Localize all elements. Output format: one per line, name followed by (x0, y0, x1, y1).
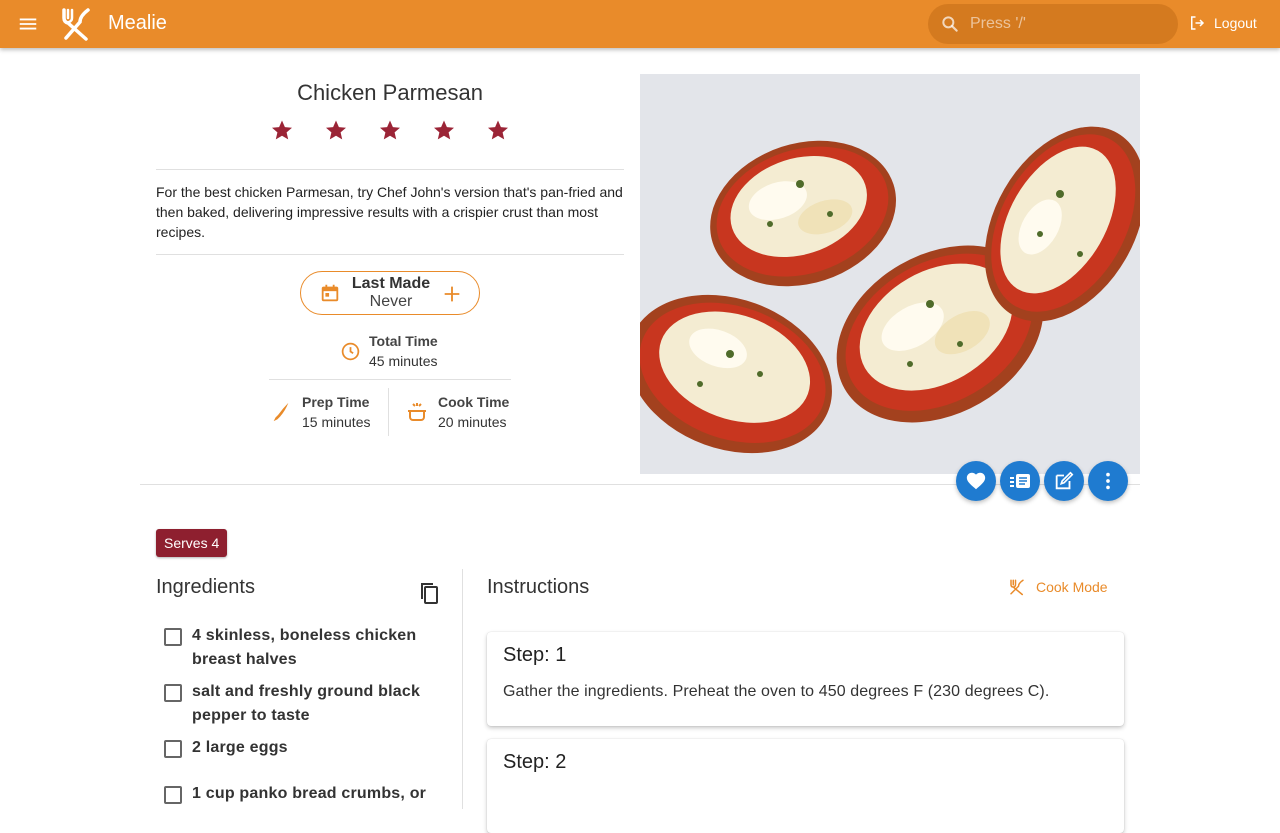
cook-time-label: Cook Time (438, 394, 510, 410)
ingredient-label: 4 skinless, boneless chicken breast halv… (192, 627, 417, 668)
prep-time-label: Prep Time (302, 394, 370, 410)
pot-icon (408, 403, 426, 421)
logout-icon (1191, 16, 1205, 30)
ingredient-item[interactable]: 1 cup panko bread crumbs, or (164, 782, 442, 806)
cook-mode-label: Cook Mode (1036, 579, 1108, 595)
heart-icon (966, 472, 986, 490)
logout-button[interactable]: Logout (1188, 14, 1257, 32)
more-options-button[interactable] (1088, 461, 1128, 501)
ingredient-item[interactable]: 2 large eggs (164, 736, 442, 760)
divider (156, 169, 624, 170)
cook-mode-button[interactable]: Cook Mode (1008, 578, 1108, 596)
app-title[interactable]: Mealie (108, 12, 167, 35)
divider (269, 379, 511, 380)
ingredient-item[interactable]: salt and freshly ground black pepper to … (164, 680, 442, 728)
list-add-icon (1010, 474, 1030, 488)
star-icon[interactable] (324, 118, 348, 142)
ingredient-label: 2 large eggs (192, 739, 288, 756)
search-box[interactable] (928, 4, 1178, 44)
rating-stars[interactable] (270, 118, 510, 142)
star-icon[interactable] (270, 118, 294, 142)
add-to-mealplan-button[interactable] (1000, 461, 1040, 501)
copy-ingredients-button[interactable] (414, 578, 444, 608)
step-title: Step: 2 (503, 751, 567, 773)
ingredient-checkbox[interactable] (164, 684, 182, 702)
ingredient-item[interactable]: 4 skinless, boneless chicken breast halv… (164, 624, 442, 672)
copy-icon (421, 583, 438, 604)
ingredient-checkbox[interactable] (164, 786, 182, 804)
menu-button[interactable] (8, 4, 48, 44)
ingredient-checkbox[interactable] (164, 628, 182, 646)
app-bar: Mealie Logout (0, 0, 1280, 48)
recipe-title: Chicken Parmesan (297, 80, 483, 105)
last-made-label: Last Made (351, 275, 431, 292)
step-title: Step: 1 (503, 644, 567, 666)
hamburger-icon (19, 18, 37, 30)
instructions-heading: Instructions (487, 576, 590, 598)
last-made-button[interactable]: Last Made Never (300, 271, 480, 315)
calendar-icon (321, 284, 339, 302)
instruction-step[interactable]: Step: 2 (487, 739, 1124, 833)
total-time-label: Total Time (369, 333, 438, 349)
knife-icon (273, 402, 289, 422)
instruction-step[interactable]: Step: 1 Gather the ingredients. Preheat … (487, 632, 1124, 726)
ingredient-checkbox[interactable] (164, 740, 182, 758)
search-input[interactable] (970, 15, 1160, 33)
prep-time-value: 15 minutes (302, 414, 371, 430)
column-divider (462, 569, 463, 809)
prep-time: Prep Time 15 minutes (302, 392, 370, 432)
total-time-value: 45 minutes (369, 353, 438, 369)
divider (156, 254, 624, 255)
vertical-divider (388, 388, 389, 436)
last-made-value: Never (369, 293, 413, 310)
star-icon[interactable] (378, 118, 402, 142)
star-icon[interactable] (432, 118, 456, 142)
star-icon[interactable] (486, 118, 510, 142)
last-made-text: Last Made Never (341, 275, 441, 311)
mealie-logo-icon[interactable] (58, 6, 94, 42)
recipe-description: For the best chicken Parmesan, try Chef … (156, 184, 623, 240)
plus-icon[interactable] (441, 283, 463, 305)
ingredient-label: salt and freshly ground black pepper to … (192, 683, 421, 724)
utensils-icon (1010, 579, 1024, 596)
edit-icon (1055, 471, 1074, 490)
logout-label: Logout (1214, 15, 1257, 31)
serves-badge[interactable]: Serves 4 (156, 529, 228, 557)
ingredient-label: 1 cup panko bread crumbs, or (192, 785, 427, 802)
total-time: Total Time 45 minutes (369, 331, 438, 371)
edit-button[interactable] (1044, 461, 1084, 501)
cook-time: Cook Time 20 minutes (438, 392, 509, 432)
ingredients-heading: Ingredients (156, 576, 255, 598)
recipe-image (640, 74, 1140, 474)
step-body: Gather the ingredients. Preheat the oven… (503, 683, 1050, 700)
clock-icon (341, 342, 360, 361)
favorite-button[interactable] (956, 461, 996, 501)
cook-time-value: 20 minutes (438, 414, 507, 430)
search-icon (942, 16, 958, 32)
dots-vertical-icon (1106, 472, 1110, 490)
